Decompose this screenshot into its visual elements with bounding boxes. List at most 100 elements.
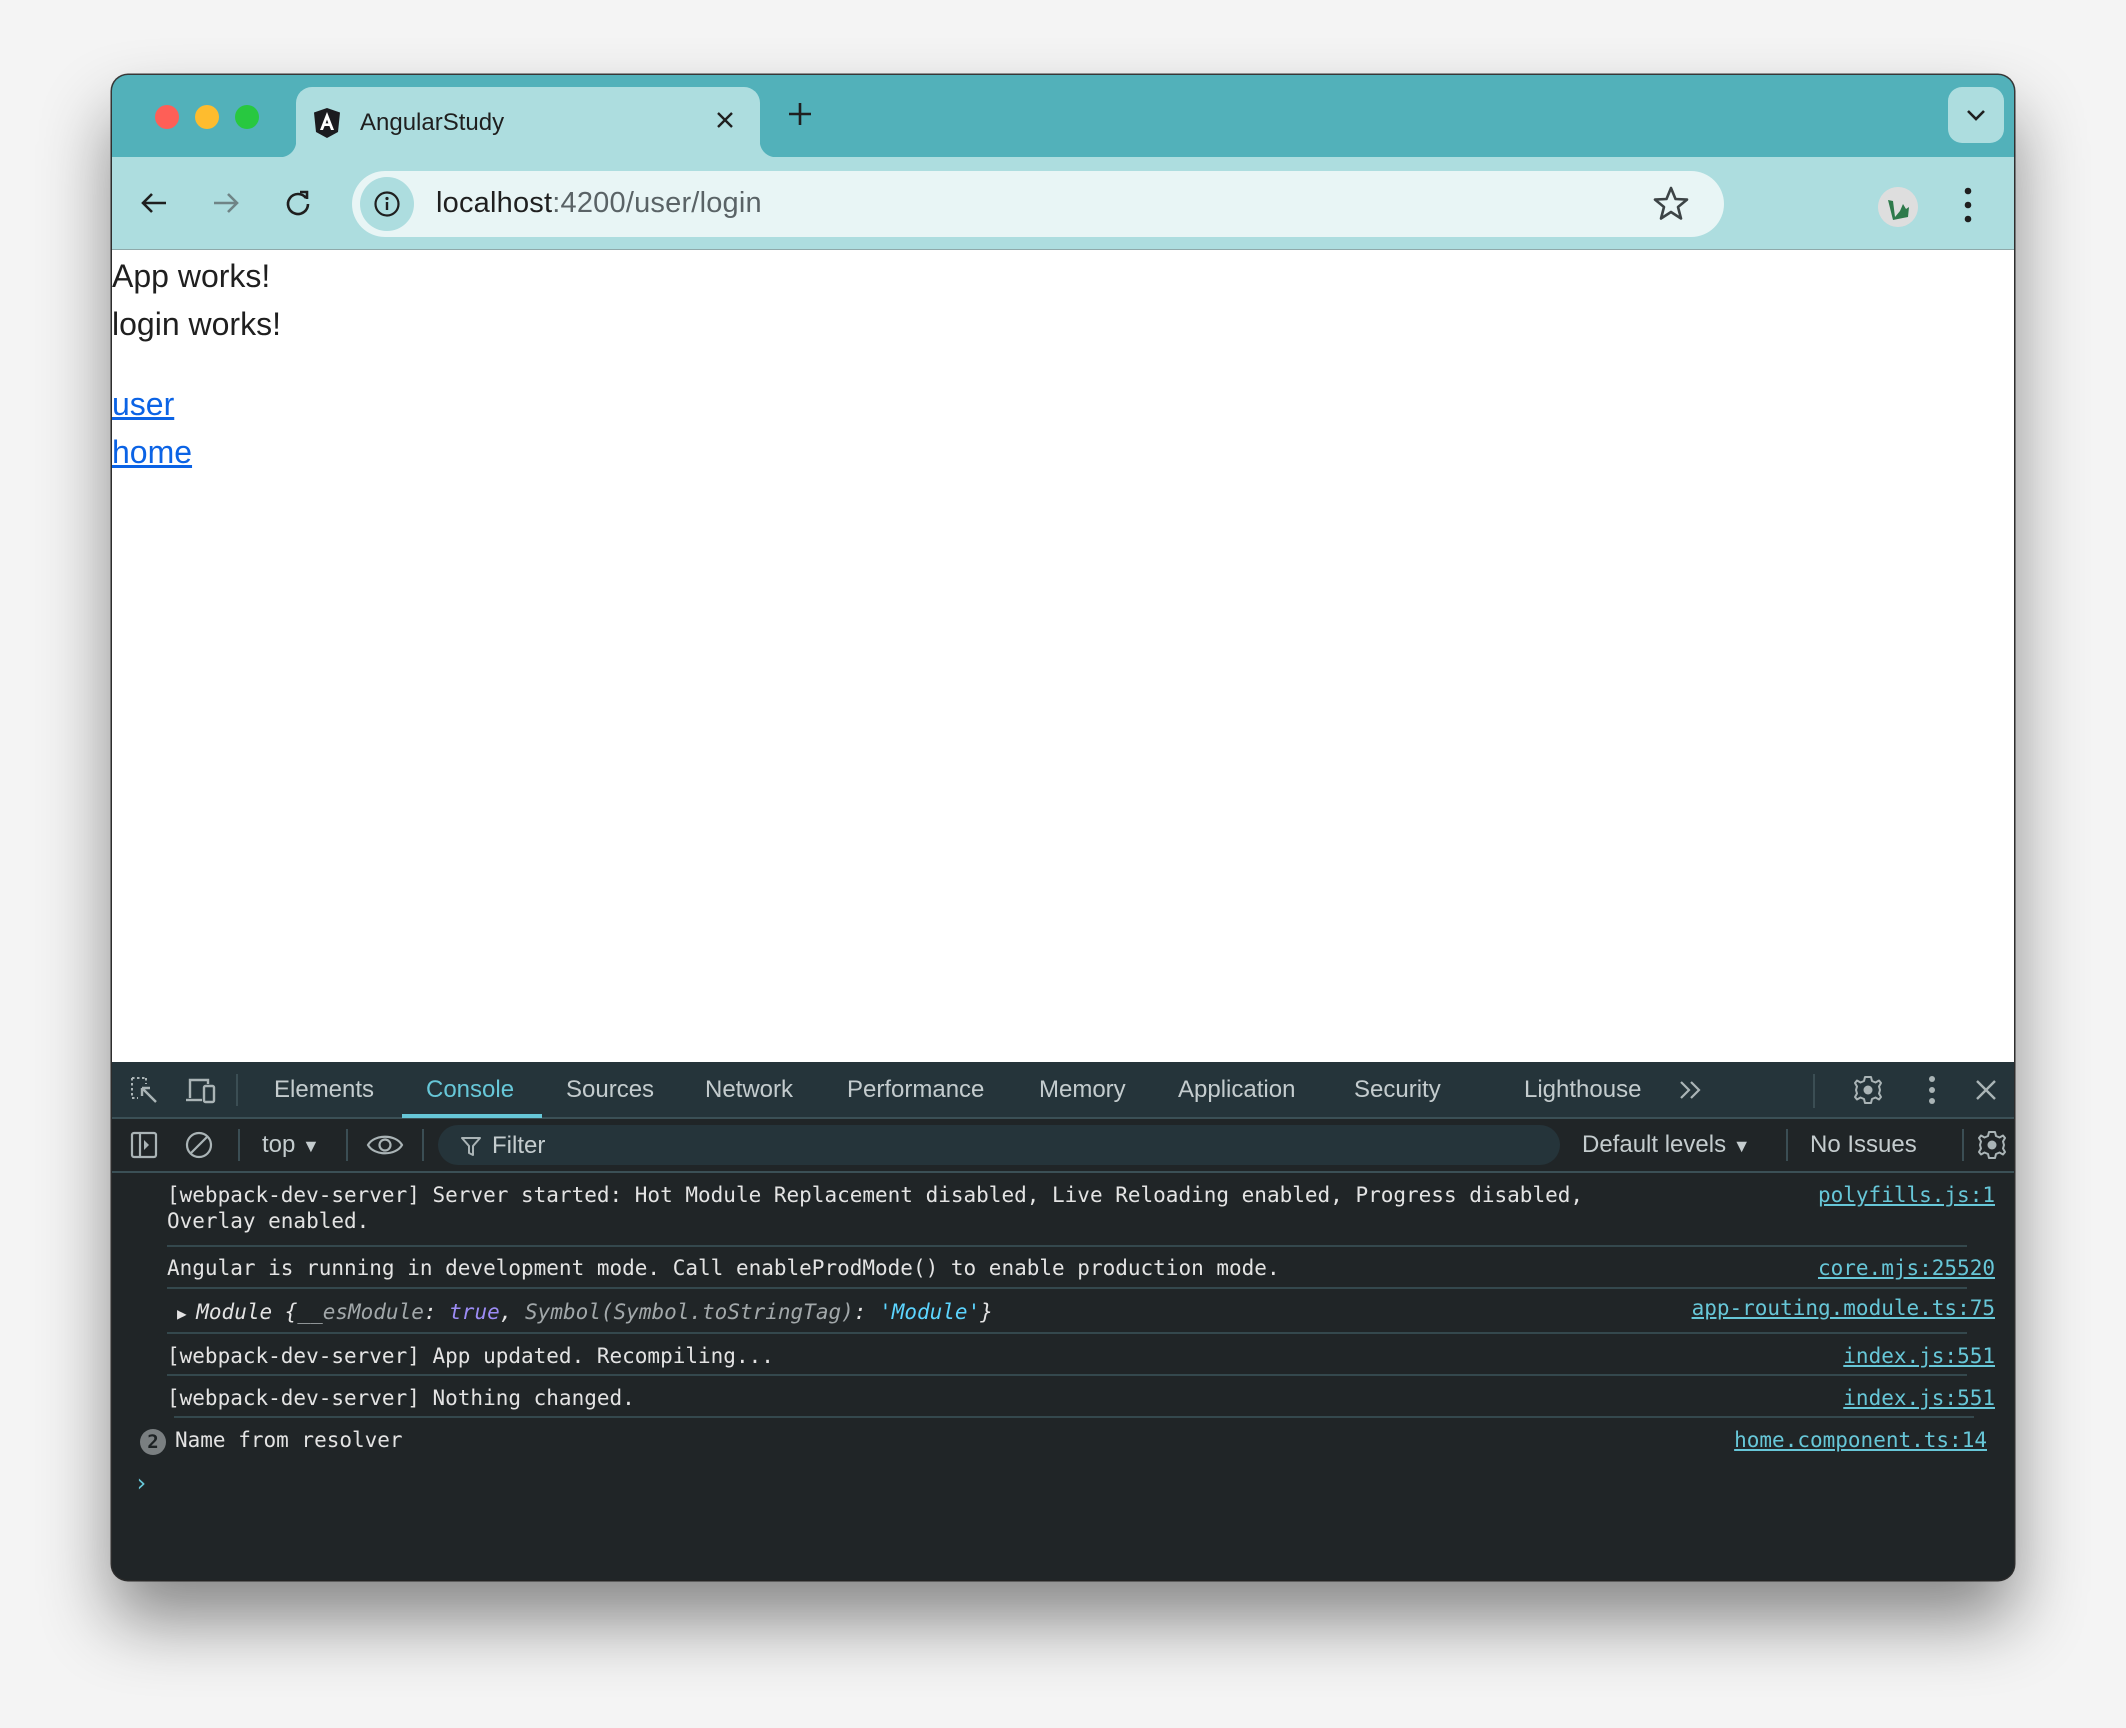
tab-strip: AngularStudy — [112, 75, 2014, 157]
context-selector-value: top — [262, 1131, 296, 1158]
separator — [1962, 1129, 1964, 1161]
console-prompt-icon[interactable]: › — [134, 1469, 148, 1497]
tab-security[interactable]: Security — [1354, 1076, 1441, 1104]
arrow-right-icon — [214, 193, 239, 213]
console-message: [webpack-dev-server] Nothing changed. in… — [167, 1386, 2014, 1412]
message-text: [webpack-dev-server] Server started: Hot… — [167, 1183, 1584, 1207]
app-works-text: App works! — [112, 258, 271, 294]
tab-network[interactable]: Network — [705, 1076, 793, 1104]
tab-lighthouse[interactable]: Lighthouse — [1524, 1076, 1641, 1104]
plus-icon — [789, 103, 811, 125]
tab-elements[interactable]: Elements — [274, 1076, 374, 1104]
module-object[interactable]: ▶ Module {__esModule: true, Symbol(Symbo… — [177, 1300, 993, 1324]
close-devtools-icon[interactable] — [1974, 1078, 1998, 1102]
browser-tab-active[interactable]: AngularStudy — [280, 87, 776, 157]
user-link[interactable]: user — [112, 386, 174, 423]
tab-sources[interactable]: Sources — [566, 1076, 654, 1104]
new-tab-button[interactable] — [780, 97, 820, 137]
more-vertical-icon[interactable] — [1926, 1074, 1938, 1106]
close-icon[interactable] — [708, 103, 742, 137]
url-text[interactable]: localhost:4200/user/login — [436, 187, 762, 220]
devtools-tab-bar: Elements Console Sources Network Perform… — [112, 1062, 2014, 1119]
separator — [236, 1074, 238, 1106]
tab-search-button[interactable] — [1948, 87, 2004, 143]
url-path: :4200/user/login — [552, 187, 762, 219]
separator — [1813, 1074, 1815, 1108]
log-levels-dropdown[interactable]: Default levels ▼ — [1582, 1131, 1751, 1159]
filter-icon — [461, 1137, 481, 1156]
expand-triangle-icon[interactable]: ▶ — [177, 1304, 196, 1323]
source-link[interactable]: index.js:551 — [1843, 1344, 1995, 1368]
address-bar[interactable]: localhost:4200/user/login — [352, 171, 1724, 237]
page-content: App works! login works! user home — [112, 250, 2014, 1062]
more-vertical-icon[interactable] — [1958, 183, 1978, 227]
tab-performance[interactable]: Performance — [847, 1076, 984, 1104]
site-info-button[interactable] — [360, 177, 414, 231]
message-text: Name from resolver — [175, 1428, 403, 1452]
reload-icon — [286, 190, 310, 216]
context-selector[interactable]: top ▼ — [262, 1131, 320, 1159]
console-toolbar: top ▼ Filter Default levels ▼ No Issues — [112, 1119, 2014, 1173]
tab-console[interactable]: Console — [426, 1076, 514, 1104]
message-text: Angular is running in development mode. … — [167, 1256, 1280, 1280]
console-messages: [webpack-dev-server] Server started: Hot… — [112, 1173, 2014, 1580]
divider — [167, 1332, 1967, 1334]
url-host: localhost — [436, 187, 553, 219]
separator — [238, 1129, 240, 1161]
dropdown-triangle-icon: ▼ — [302, 1136, 320, 1156]
message-text: [webpack-dev-server] Nothing changed. — [167, 1386, 635, 1410]
inspect-element-icon[interactable] — [130, 1076, 160, 1106]
profile-avatar[interactable] — [1878, 187, 1918, 227]
sidebar-toggle-icon[interactable] — [130, 1131, 158, 1159]
arrow-left-icon — [141, 193, 166, 213]
eye-icon[interactable] — [366, 1131, 404, 1159]
source-link[interactable]: polyfills.js:1 — [1818, 1183, 1995, 1207]
tab-memory[interactable]: Memory — [1039, 1076, 1126, 1104]
source-link[interactable]: home.component.ts:14 — [1734, 1428, 1987, 1452]
home-link[interactable]: home — [112, 434, 192, 471]
issues-button[interactable]: No Issues — [1810, 1131, 1917, 1159]
message-text: [webpack-dev-server] App updated. Recomp… — [167, 1344, 774, 1368]
message-text: Overlay enabled. — [167, 1209, 370, 1233]
divider — [167, 1374, 1967, 1376]
minimize-window-button[interactable] — [195, 105, 219, 129]
close-window-button[interactable] — [155, 105, 179, 129]
star-icon[interactable] — [1652, 185, 1690, 223]
device-toolbar-icon[interactable] — [184, 1076, 218, 1106]
forward-button[interactable] — [206, 183, 246, 223]
source-link[interactable]: app-routing.module.ts:75 — [1692, 1296, 1995, 1320]
separator — [1786, 1129, 1788, 1161]
filter-input[interactable]: Filter — [438, 1125, 1560, 1165]
avatar-icon — [1878, 187, 1918, 227]
reload-button[interactable] — [278, 183, 318, 223]
browser-toolbar: localhost:4200/user/login — [112, 157, 2014, 251]
divider — [174, 1416, 1974, 1418]
settings-gear-icon[interactable] — [1852, 1074, 1884, 1106]
maximize-window-button[interactable] — [235, 105, 259, 129]
console-message: [webpack-dev-server] App updated. Recomp… — [167, 1344, 2014, 1370]
log-levels-value: Default levels — [1582, 1131, 1727, 1158]
repeat-count-badge: 2 — [140, 1429, 166, 1455]
tab-application[interactable]: Application — [1178, 1076, 1295, 1104]
console-message: ▶ Module {__esModule: true, Symbol(Symbo… — [167, 1296, 2014, 1326]
back-button[interactable] — [134, 183, 174, 223]
tab-title: AngularStudy — [360, 109, 505, 136]
divider — [167, 1287, 1967, 1289]
angular-logo-icon — [314, 108, 340, 138]
clear-console-icon[interactable] — [184, 1130, 214, 1160]
source-link[interactable]: index.js:551 — [1843, 1386, 1995, 1410]
console-settings-gear-icon[interactable] — [1976, 1129, 2008, 1161]
source-link[interactable]: core.mjs:25520 — [1818, 1256, 1995, 1280]
console-message: Angular is running in development mode. … — [167, 1256, 2014, 1282]
console-message: Name from resolver home.component.ts:14 — [175, 1428, 2014, 1454]
filter-placeholder: Filter — [492, 1132, 546, 1159]
login-works-text: login works! — [112, 306, 281, 342]
separator — [346, 1129, 348, 1161]
divider — [167, 1245, 1967, 1247]
double-chevron-right-icon[interactable] — [1678, 1079, 1704, 1101]
console-message: [webpack-dev-server] Server started: Hot… — [167, 1183, 2014, 1235]
browser-window: AngularStudy localhost:4200/user/login A… — [112, 75, 2014, 1580]
devtools-panel: Elements Console Sources Network Perform… — [112, 1062, 2014, 1580]
active-tab-indicator — [402, 1114, 542, 1118]
info-icon — [374, 191, 400, 217]
